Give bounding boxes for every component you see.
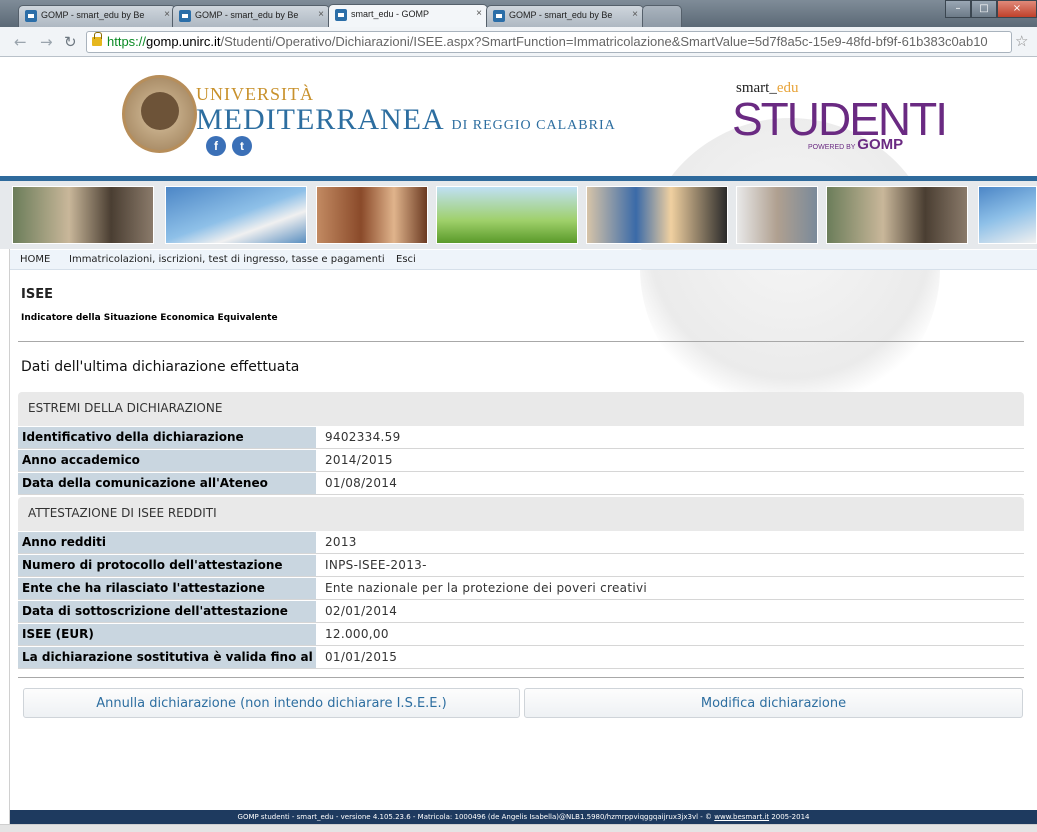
twitter-icon[interactable]: t <box>232 136 252 156</box>
address-bar[interactable]: https://gomp.unirc.it/Studenti/Operativo… <box>86 31 1012 53</box>
row-label: ISEE (EUR) <box>18 624 316 645</box>
main-menu: HOME Immatricolazioni, iscrizioni, test … <box>10 250 1037 270</box>
row-label: Anno accademico <box>18 450 316 471</box>
gomp-favicon-icon <box>25 10 37 22</box>
table-row: Anno accademico 2014/2015 <box>18 450 1024 472</box>
footer-years: 2005-2014 <box>769 813 810 821</box>
student-reading-photo <box>436 186 578 244</box>
students-photo-1 <box>12 186 154 244</box>
tab-title: GOMP - smart_edu by Be <box>509 10 613 20</box>
row-value: 01/01/2015 <box>325 650 398 664</box>
browser-tab-1[interactable]: GOMP - smart_edu by Be × <box>18 5 176 27</box>
group-photo <box>586 186 728 244</box>
books-photo <box>165 186 307 244</box>
tab-title: smart_edu - GOMP <box>351 9 430 19</box>
gomp-favicon-icon <box>179 10 191 22</box>
window-controls: – □ × <box>945 0 1037 18</box>
menu-home-link[interactable]: HOME <box>20 254 50 265</box>
row-value: Ente nazionale per la protezione dei pov… <box>325 581 648 595</box>
back-arrow-icon[interactable]: ← <box>14 33 27 51</box>
modifica-dichiarazione-button[interactable]: Modifica dichiarazione <box>524 688 1023 718</box>
horizontal-scrollbar[interactable] <box>0 824 1037 832</box>
row-label: Anno redditi <box>18 532 316 553</box>
page-footer: GOMP studenti - smart_edu - versione 4.1… <box>10 810 1037 824</box>
forward-arrow-icon[interactable]: → <box>40 33 53 51</box>
browser-toolbar: ← → ↻ https://gomp.unirc.it/Studenti/Ope… <box>0 27 1037 57</box>
table-row: Ente che ha rilasciato l'attestazione En… <box>18 578 1024 600</box>
university-name-main: MEDITERRANEA <box>196 103 443 136</box>
page-subtitle: Indicatore della Situazione Economica Eq… <box>21 313 278 323</box>
table-row: ISEE (EUR) 12.000,00 <box>18 624 1024 646</box>
page-header: f t UNIVERSITÀ MEDITERRANEA DI REGGIO CA… <box>0 58 1037 418</box>
attestazione-group-heading: ATTESTAZIONE DI ISEE REDDITI <box>18 497 1024 531</box>
annulla-dichiarazione-button[interactable]: Annulla dichiarazione (non intendo dichi… <box>23 688 520 718</box>
table-row: Data di sottoscrizione dell'attestazione… <box>18 601 1024 623</box>
row-label: La dichiarazione sostitutiva è valida fi… <box>18 647 316 668</box>
gomp-favicon-icon <box>335 9 347 21</box>
friends-photo <box>316 186 428 244</box>
browser-tab-3-active[interactable]: smart_edu - GOMP × <box>328 4 488 27</box>
browser-tab-4[interactable]: GOMP - smart_edu by Be × <box>486 5 644 27</box>
row-value: 2014/2015 <box>325 453 393 467</box>
page-title: ISEE <box>21 287 53 302</box>
tab-title: GOMP - smart_edu by Be <box>195 10 299 20</box>
classroom-photo <box>736 186 818 244</box>
gomp-brand: GOMP <box>857 136 904 153</box>
reload-icon[interactable]: ↻ <box>64 33 77 51</box>
books-photo-2 <box>978 186 1037 244</box>
table-row: La dichiarazione sostitutiva è valida fi… <box>18 647 1024 669</box>
university-seal-logo <box>122 75 197 153</box>
close-tab-icon[interactable]: × <box>476 8 482 19</box>
menu-esci-link[interactable]: Esci <box>396 254 416 265</box>
lock-icon <box>92 32 102 46</box>
divider <box>18 341 1024 342</box>
row-label: Numero di protocollo dell'attestazione <box>18 555 316 576</box>
row-label: Data della comunicazione all'Ateneo <box>18 473 316 494</box>
maximize-icon[interactable]: □ <box>971 0 997 18</box>
browser-tab-bar: GOMP - smart_edu by Be × GOMP - smart_ed… <box>0 0 1037 27</box>
estremi-group-heading: ESTREMI DELLA DICHIARAZIONE <box>18 392 1024 426</box>
row-value: 12.000,00 <box>325 627 389 641</box>
new-tab-button[interactable] <box>642 5 682 27</box>
besmart-link[interactable]: www.besmart.it <box>714 813 769 821</box>
table-row: Numero di protocollo dell'attestazione I… <box>18 555 1024 577</box>
photo-strip <box>0 181 1037 249</box>
table-row: Anno redditi 2013 <box>18 532 1024 554</box>
gomp-favicon-icon <box>493 10 505 22</box>
university-name-city: DI REGGIO CALABRIA <box>451 118 616 133</box>
row-label: Ente che ha rilasciato l'attestazione <box>18 578 316 599</box>
table-row: Data della comunicazione all'Ateneo 01/0… <box>18 473 1024 495</box>
row-value: 02/01/2014 <box>325 604 398 618</box>
close-tab-icon[interactable]: × <box>632 9 638 20</box>
url-host: gomp.unirc.it <box>146 34 221 49</box>
row-value: 01/08/2014 <box>325 476 398 490</box>
close-tab-icon[interactable]: × <box>164 9 170 20</box>
menu-immatricolazioni-link[interactable]: Immatricolazioni, iscrizioni, test di in… <box>69 254 385 265</box>
university-name-line2: MEDITERRANEA DI REGGIO CALABRIA <box>196 103 616 137</box>
close-tab-icon[interactable]: × <box>318 9 324 20</box>
close-window-icon[interactable]: × <box>997 0 1037 18</box>
divider <box>18 677 1024 678</box>
table-row: Identificativo della dichiarazione 94023… <box>18 427 1024 449</box>
row-value: INPS-ISEE-2013- <box>325 558 427 572</box>
minimize-icon[interactable]: – <box>945 0 971 18</box>
bookmark-star-icon[interactable]: ☆ <box>1015 32 1028 50</box>
browser-tab-2[interactable]: GOMP - smart_edu by Be × <box>172 5 330 27</box>
section-title: Dati dell'ultima dichiarazione effettuat… <box>21 359 300 375</box>
row-value: 2013 <box>325 535 357 549</box>
facebook-icon[interactable]: f <box>206 136 226 156</box>
url-scheme: https:// <box>107 34 147 49</box>
row-label: Data di sottoscrizione dell'attestazione <box>18 601 316 622</box>
powered-by-label: POWERED BY GOMP <box>808 136 903 153</box>
powered-by-text: POWERED BY <box>808 144 856 151</box>
url-path: /Studenti/Operativo/Dichiarazioni/ISEE.a… <box>220 34 988 49</box>
footer-text: GOMP studenti - smart_edu - versione 4.1… <box>237 813 715 821</box>
university-name-line1: UNIVERSITÀ <box>196 84 314 104</box>
students-photo-2 <box>826 186 968 244</box>
row-value: 9402334.59 <box>325 430 401 444</box>
tab-title: GOMP - smart_edu by Be <box>41 10 145 20</box>
row-label: Identificativo della dichiarazione <box>18 427 316 448</box>
